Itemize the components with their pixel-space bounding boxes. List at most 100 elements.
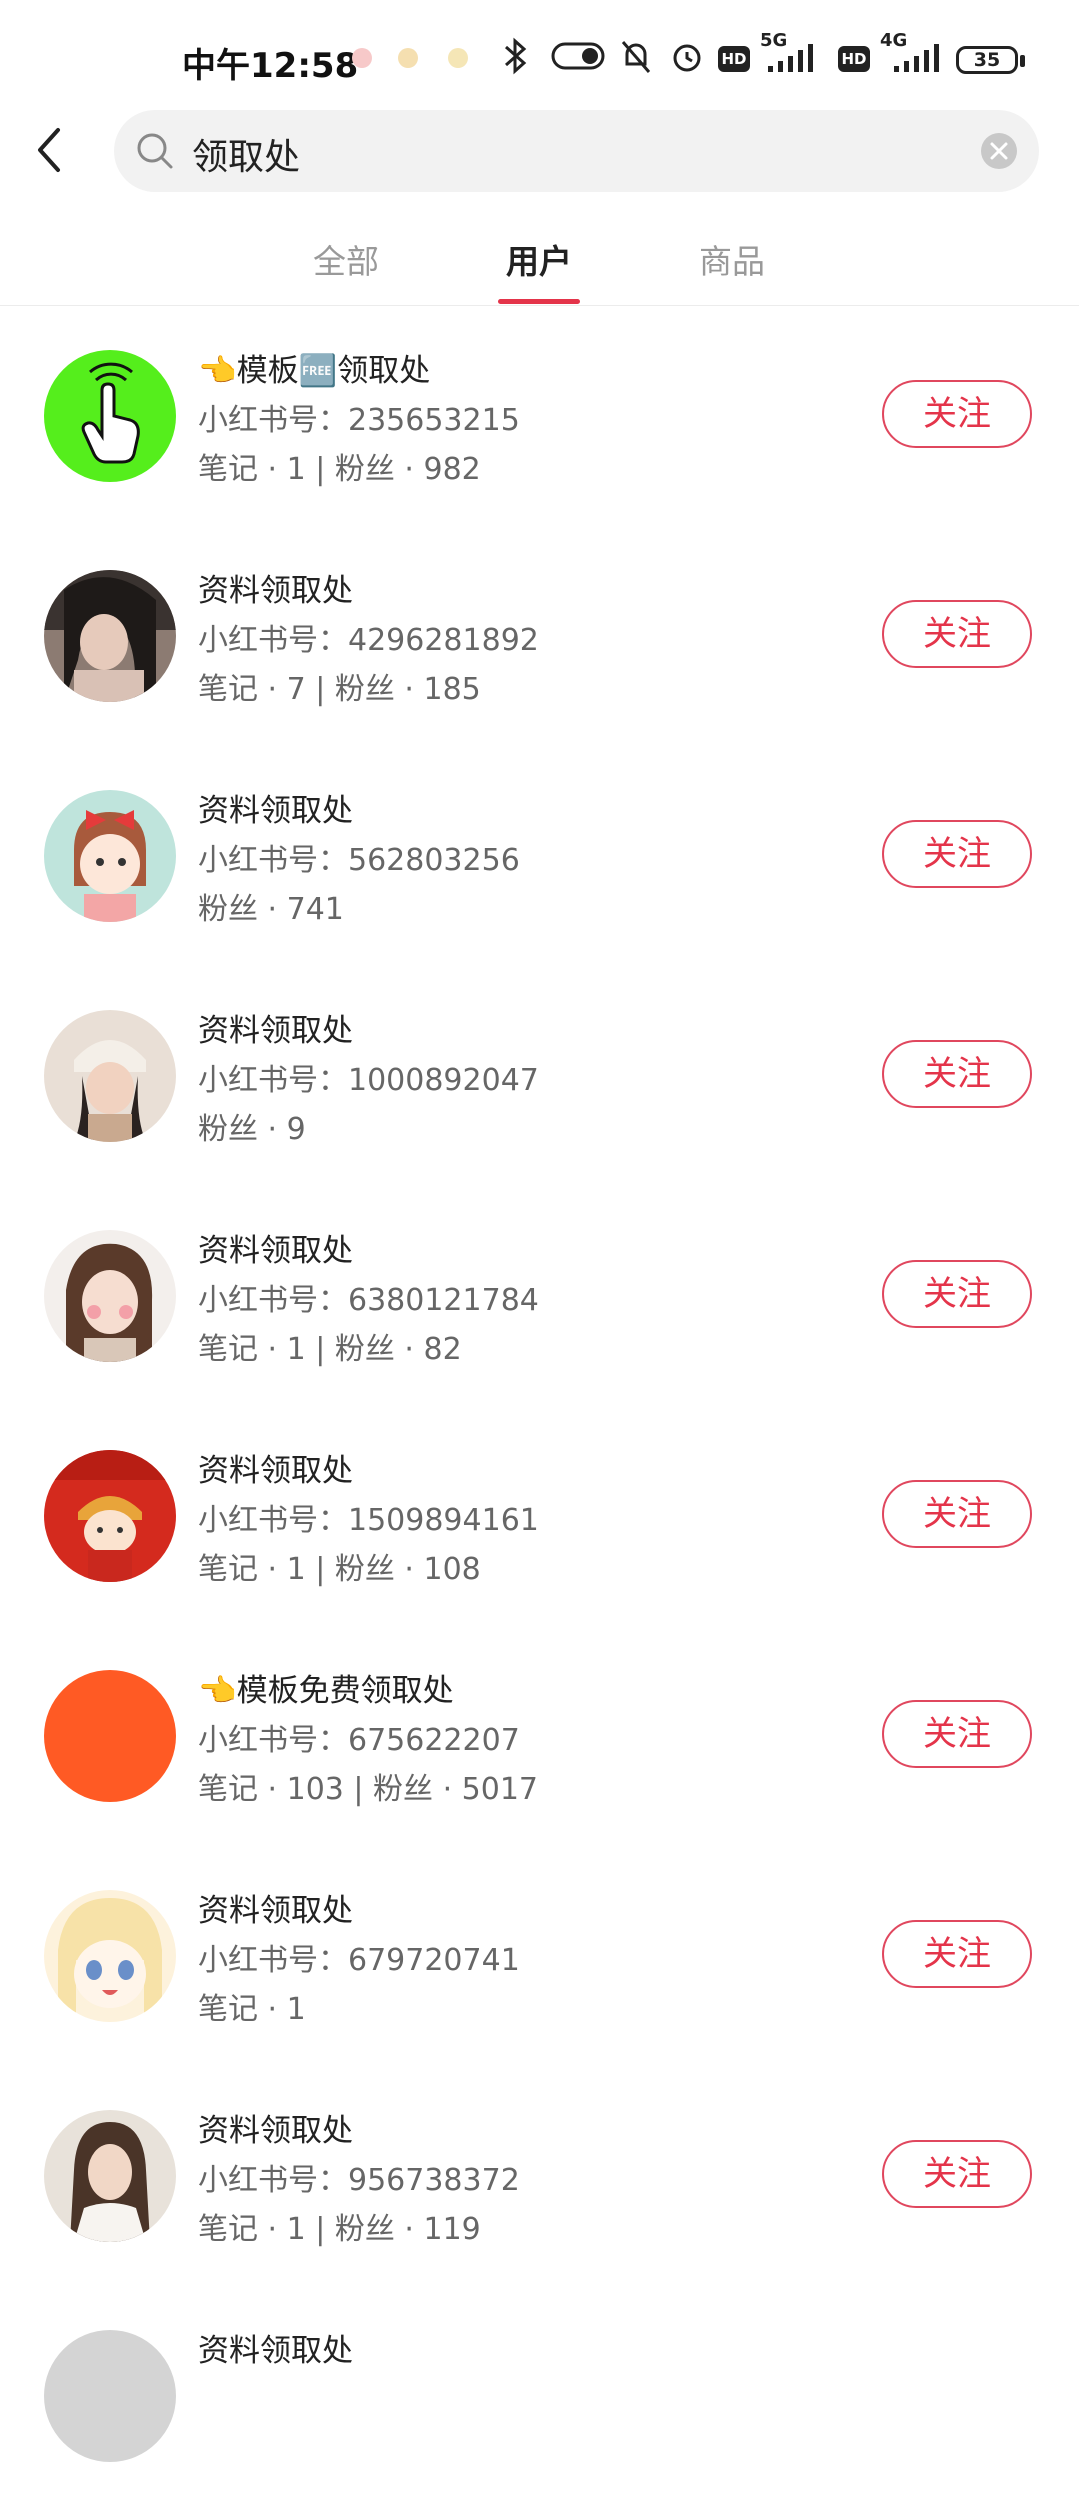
user-list: 👈模板🆓领取处 小红书号：235653215 笔记 · 1 | 粉丝 · 982… (0, 306, 1079, 2506)
user-row[interactable]: 资料领取处 小红书号：6380121784 笔记 · 1 | 粉丝 · 82 关… (0, 1186, 1079, 1406)
tab-products[interactable]: 商品 (699, 235, 765, 283)
signal-icon (894, 44, 939, 72)
user-name: 资料领取处 (198, 2333, 353, 2369)
follow-button[interactable]: 关注 (882, 1040, 1032, 1108)
avatar[interactable] (44, 1450, 176, 1582)
partial-gray (44, 2330, 176, 2462)
tab-bar: 全部 用户 商品 (0, 215, 1079, 306)
user-name: 👈模板🆓领取处 (198, 353, 431, 389)
follow-button[interactable]: 关注 (882, 1700, 1032, 1768)
user-id: 1509894161 (348, 1503, 539, 1538)
user-id: 6380121784 (348, 1283, 539, 1318)
user-stats: 笔记 · 1 | 粉丝 · 108 (198, 1552, 481, 1587)
user-stats: 笔记 · 7 | 粉丝 · 185 (198, 672, 481, 707)
follow-button[interactable]: 关注 (882, 1920, 1032, 1988)
user-name: 👈模板免费领取处 (198, 1673, 454, 1709)
app-notification-icon (448, 48, 468, 68)
user-info: 资料领取处 小红书号：679720741 笔记 · 1 (198, 1886, 838, 2034)
user-stats: 笔记 · 1 | 粉丝 · 982 (198, 452, 481, 487)
user-row[interactable]: 资料领取处 小红书号：679720741 笔记 · 1 关注 (0, 1846, 1079, 2066)
avatar[interactable] (44, 350, 176, 482)
user-id-line: 小红书号：679720741 (198, 1943, 520, 1978)
avatar[interactable] (44, 1670, 176, 1802)
user-row[interactable]: 资料领取处 小红书号：4296281892 笔记 · 7 | 粉丝 · 185 … (0, 526, 1079, 746)
user-id-line: 小红书号：4296281892 (198, 623, 539, 658)
orange-circle (44, 1670, 176, 1802)
follow-button[interactable]: 关注 (882, 380, 1032, 448)
status-time: 中午12:58 (182, 46, 359, 86)
user-stats: 笔记 · 103 | 粉丝 · 5017 (198, 1772, 539, 1807)
search-input[interactable]: 领取处 (192, 128, 300, 180)
user-stats: 笔记 · 1 | 粉丝 · 119 (198, 2212, 481, 2247)
user-info: 资料领取处 小红书号：4296281892 笔记 · 7 | 粉丝 · 185 (198, 566, 838, 714)
user-id: 956738372 (348, 2163, 520, 2198)
hd-badge: HD (838, 46, 870, 72)
cartoon-girl-bow (44, 790, 176, 922)
follow-button[interactable]: 关注 (882, 600, 1032, 668)
user-info: 👈模板🆓领取处 小红书号：235653215 笔记 · 1 | 粉丝 · 982 (198, 346, 838, 494)
user-id: 562803256 (348, 843, 520, 878)
avatar[interactable] (44, 2330, 176, 2462)
user-row[interactable]: 资料领取处 小红书号：1000892047 粉丝 · 9 关注 (0, 966, 1079, 1186)
avatar[interactable] (44, 1230, 176, 1362)
follow-button[interactable]: 关注 (882, 1260, 1032, 1328)
user-row[interactable]: 👈模板🆓领取处 小红书号：235653215 笔记 · 1 | 粉丝 · 982… (0, 306, 1079, 526)
user-stats: 笔记 · 1 (198, 1992, 306, 2027)
search-bar[interactable]: 领取处 (114, 110, 1039, 192)
user-row[interactable]: 资料领取处 小红书号：562803256 粉丝 · 741 关注 (0, 746, 1079, 966)
user-id-line: 小红书号：562803256 (198, 843, 520, 878)
user-id-line: 小红书号：675622207 (198, 1723, 520, 1758)
user-row[interactable]: 资料领取处 小红书号：956738372 笔记 · 1 | 粉丝 · 119 关… (0, 2066, 1079, 2286)
user-stats: 笔记 · 1 | 粉丝 · 82 (198, 1332, 462, 1367)
status-bar: 中午12:58 HD 5G HD 4G 35 (0, 0, 1079, 110)
bluetooth-icon (505, 37, 527, 75)
follow-button[interactable]: 关注 (882, 820, 1032, 888)
signal-icon (768, 44, 813, 72)
avatar[interactable] (44, 2110, 176, 2242)
mute-bell-icon (621, 41, 651, 73)
user-info: 资料领取处 小红书号：1509894161 笔记 · 1 | 粉丝 · 108 (198, 1446, 838, 1594)
red-new-year-cartoon (44, 1450, 176, 1582)
user-id-line: 小红书号：235653215 (198, 403, 520, 438)
user-info: 👈模板免费领取处 小红书号：675622207 笔记 · 103 | 粉丝 · … (198, 1666, 838, 1814)
app-notification-icon (352, 48, 372, 68)
user-name: 资料领取处 (198, 1453, 353, 1489)
battery-icon: 35 (956, 46, 1018, 74)
active-tab-indicator (498, 299, 580, 304)
user-row[interactable]: 👈模板免费领取处 小红书号：675622207 笔记 · 103 | 粉丝 · … (0, 1626, 1079, 1846)
user-name: 资料领取处 (198, 2113, 353, 2149)
tab-all[interactable]: 全部 (313, 235, 379, 283)
user-info: 资料领取处 小红书号：1000892047 粉丝 · 9 (198, 1006, 838, 1154)
anime-girl (44, 1890, 176, 2022)
user-name: 资料领取处 (198, 1893, 353, 1929)
clear-search-icon[interactable] (980, 132, 1018, 170)
follow-button[interactable]: 关注 (882, 1480, 1032, 1548)
user-info: 资料领取处 小红书号：956738372 笔记 · 1 | 粉丝 · 119 (198, 2106, 838, 2254)
avatar[interactable] (44, 1010, 176, 1142)
user-info: 资料领取处 小红书号：562803256 粉丝 · 741 (198, 786, 838, 934)
toggle-icon (551, 42, 605, 70)
user-row[interactable]: 资料领取处 (0, 2286, 1079, 2506)
tab-users[interactable]: 用户 (506, 235, 572, 283)
green-hand-icon (44, 350, 176, 482)
user-id: 679720741 (348, 1943, 520, 1978)
photo-girl (44, 570, 176, 702)
photo-girl-white (44, 2110, 176, 2242)
user-info: 资料领取处 小红书号：6380121784 笔记 · 1 | 粉丝 · 82 (198, 1226, 838, 1374)
user-row[interactable]: 资料领取处 小红书号：1509894161 笔记 · 1 | 粉丝 · 108 … (0, 1406, 1079, 1626)
user-name: 资料领取处 (198, 573, 353, 609)
user-name: 资料领取处 (198, 793, 353, 829)
user-id: 675622207 (348, 1723, 520, 1758)
follow-button[interactable]: 关注 (882, 2140, 1032, 2208)
app-notification-icon (398, 48, 418, 68)
avatar[interactable] (44, 570, 176, 702)
back-arrow-icon[interactable] (30, 120, 70, 180)
avatar[interactable] (44, 1890, 176, 2022)
battery-tip (1020, 55, 1025, 67)
user-id-line: 小红书号：1000892047 (198, 1063, 539, 1098)
user-id: 235653215 (348, 403, 520, 438)
user-name: 资料领取处 (198, 1233, 353, 1269)
avatar[interactable] (44, 790, 176, 922)
user-info: 资料领取处 (198, 2326, 838, 2376)
user-id-line: 小红书号：956738372 (198, 2163, 520, 2198)
